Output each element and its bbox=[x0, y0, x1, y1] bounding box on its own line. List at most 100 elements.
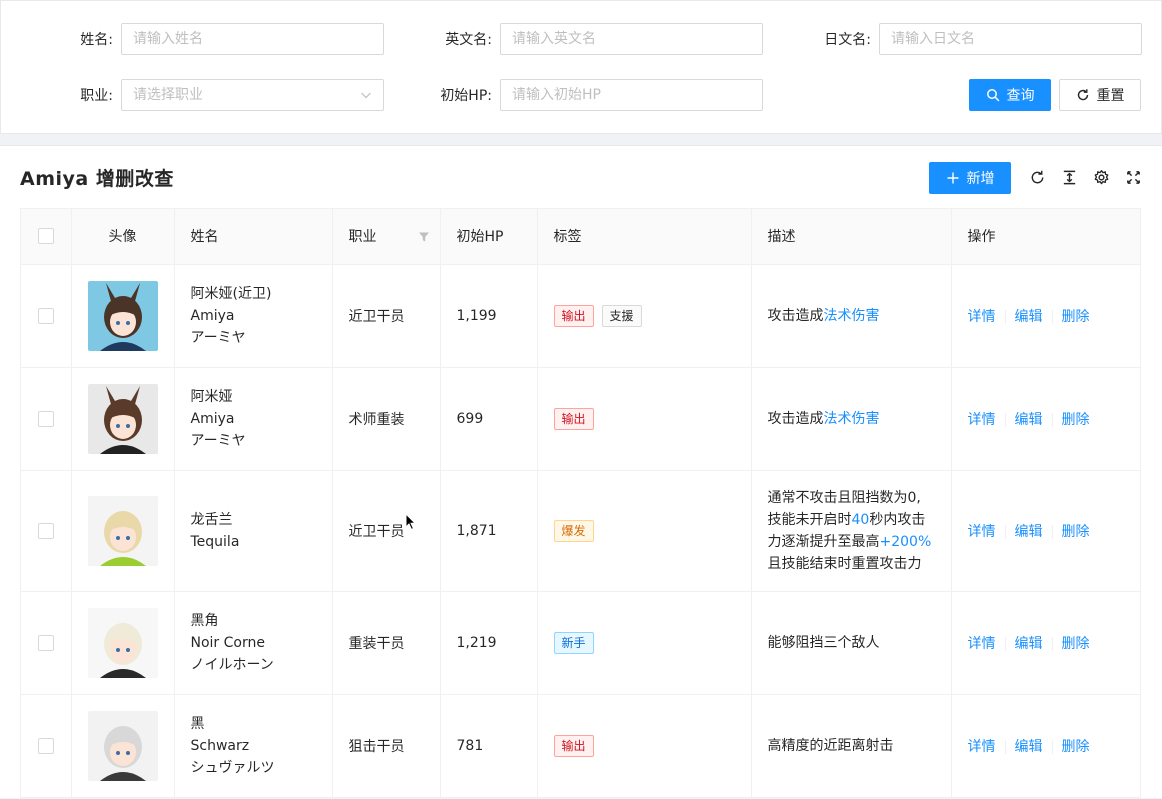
reset-button[interactable]: 重置 bbox=[1059, 79, 1141, 111]
search-panel: 姓名: 英文名: 日文名: 职业: 请选择职业 初始HP: 查询 重置 bbox=[0, 0, 1162, 134]
en-label: 英文名: bbox=[445, 32, 492, 48]
desc-segment: 攻击造成 bbox=[767, 307, 824, 324]
column-header-desc: 描述 bbox=[751, 209, 952, 265]
desc-segment: +200% bbox=[879, 533, 932, 550]
detail-link[interactable]: 详情 bbox=[968, 309, 996, 325]
name-line: Amiya bbox=[190, 307, 235, 324]
desc-line: 技能未开启时40秒内攻击 bbox=[768, 509, 935, 531]
action-divider bbox=[1004, 524, 1006, 539]
fullscreen-icon[interactable] bbox=[1124, 168, 1142, 186]
status-badge: 新手 bbox=[553, 631, 594, 654]
avatar[interactable] bbox=[87, 280, 158, 351]
column-header-class-label: 职业 bbox=[348, 229, 377, 246]
jp-name-input[interactable] bbox=[880, 24, 1141, 54]
desc-cell: 攻击造成法术伤害 bbox=[751, 367, 952, 471]
select-all-checkbox[interactable] bbox=[37, 228, 54, 245]
tags-cell: 输出 支援 bbox=[537, 264, 752, 368]
query-button[interactable]: 查询 bbox=[969, 79, 1051, 111]
name-line: 阿米娅 bbox=[190, 388, 233, 405]
name-line: Noir Corne bbox=[190, 634, 265, 651]
table-row: 阿米娅 Amiya アーミヤ 术师重装 699 输出 攻击造成法术伤害 详情 编辑 删除 bbox=[21, 367, 1140, 471]
column-header-class[interactable]: 职业 bbox=[332, 209, 441, 265]
desc-segment: 法术伤害 bbox=[823, 307, 880, 324]
delete-link[interactable]: 删除 bbox=[1062, 739, 1090, 755]
edit-link[interactable]: 编辑 bbox=[1015, 739, 1043, 755]
detail-link[interactable]: 详情 bbox=[968, 636, 996, 652]
delete-link[interactable]: 删除 bbox=[1062, 636, 1090, 652]
row-checkbox[interactable] bbox=[37, 737, 54, 754]
column-header-name: 姓名 bbox=[174, 209, 333, 265]
setting-icon[interactable] bbox=[1092, 168, 1110, 186]
name-input[interactable] bbox=[122, 24, 383, 54]
avatar[interactable] bbox=[87, 710, 158, 781]
class-form-item: 职业: 请选择职业 bbox=[1, 79, 384, 111]
hp-cell: 1,199 bbox=[440, 264, 538, 368]
avatar-cell bbox=[71, 264, 175, 368]
avatar[interactable] bbox=[87, 383, 158, 454]
class-select[interactable]: 请选择职业 bbox=[121, 79, 384, 111]
edit-link[interactable]: 编辑 bbox=[1015, 412, 1043, 428]
name-line: Tequila bbox=[190, 533, 240, 550]
name-cell: 黑角 Noir Corne ノイルホーン bbox=[174, 591, 333, 695]
data-table: 头像 姓名 职业 初始HP 标签 描述 操作 阿米娅(近卫) Amiya アーミヤ近… bbox=[20, 208, 1141, 799]
tags-cell: 新手 bbox=[537, 591, 752, 695]
class-label: 职业: bbox=[80, 88, 113, 104]
row-select-cell bbox=[21, 694, 72, 798]
avatar[interactable] bbox=[87, 607, 158, 678]
name-form-item: 姓名: bbox=[1, 23, 384, 55]
class-cell: 术师重装 bbox=[332, 367, 441, 471]
class-cell: 近卫干员 bbox=[332, 470, 441, 592]
avatar[interactable] bbox=[87, 495, 158, 566]
edit-link[interactable]: 编辑 bbox=[1015, 309, 1043, 325]
jp-label: 日文名: bbox=[824, 32, 871, 48]
status-badge: 输出 bbox=[553, 304, 594, 327]
detail-link[interactable]: 详情 bbox=[968, 524, 996, 540]
status-badge: 爆发 bbox=[553, 519, 594, 542]
name-line: 黑 bbox=[190, 715, 205, 732]
column-height-icon[interactable] bbox=[1060, 168, 1078, 186]
class-cell: 近卫干员 bbox=[332, 264, 441, 368]
tags-cell: 爆发 bbox=[537, 470, 752, 592]
hp-label: 初始HP: bbox=[440, 88, 492, 104]
column-header-tags: 标签 bbox=[537, 209, 752, 265]
plus-icon bbox=[947, 172, 958, 184]
desc-line: 且技能结束时重置攻击力 bbox=[768, 553, 935, 575]
name-line: 黑角 bbox=[190, 612, 219, 629]
delete-link[interactable]: 删除 bbox=[1062, 524, 1090, 540]
hp-input-wrapper[interactable] bbox=[500, 79, 763, 111]
en-input-wrapper[interactable] bbox=[500, 23, 763, 55]
edit-link[interactable]: 编辑 bbox=[1015, 524, 1043, 540]
avatar-cell bbox=[71, 470, 175, 592]
detail-link[interactable]: 详情 bbox=[968, 412, 996, 428]
name-line: アーミヤ bbox=[190, 432, 246, 449]
class-cell: 狙击干员 bbox=[332, 694, 441, 798]
row-checkbox[interactable] bbox=[37, 307, 54, 324]
desc-segment: 秒内攻击 bbox=[869, 511, 926, 528]
row-checkbox[interactable] bbox=[37, 522, 54, 539]
detail-link[interactable]: 详情 bbox=[968, 739, 996, 755]
jp-input-wrapper[interactable] bbox=[879, 23, 1142, 55]
name-input-wrapper[interactable] bbox=[121, 23, 384, 55]
action-divider bbox=[1051, 636, 1053, 651]
add-button[interactable]: 新增 bbox=[929, 162, 1011, 194]
avatar-cell bbox=[71, 591, 175, 695]
en-name-input[interactable] bbox=[501, 24, 762, 54]
action-divider bbox=[1051, 524, 1053, 539]
edit-link[interactable]: 编辑 bbox=[1015, 636, 1043, 652]
delete-link[interactable]: 删除 bbox=[1062, 309, 1090, 325]
query-button-label: 查询 bbox=[1006, 88, 1035, 104]
action-divider bbox=[1051, 309, 1053, 324]
action-divider bbox=[1004, 412, 1006, 427]
reload-icon[interactable] bbox=[1028, 168, 1046, 186]
name-cell: 阿米娅(近卫) Amiya アーミヤ bbox=[174, 264, 333, 368]
hp-input[interactable] bbox=[501, 80, 762, 110]
name-line: 阿米娅(近卫) bbox=[190, 285, 272, 302]
desc-segment: 攻击造成 bbox=[767, 410, 824, 427]
status-badge: 输出 bbox=[553, 407, 594, 430]
delete-link[interactable]: 删除 bbox=[1062, 412, 1090, 428]
filter-icon[interactable] bbox=[418, 231, 430, 243]
row-checkbox[interactable] bbox=[37, 634, 54, 651]
add-button-label: 新增 bbox=[966, 171, 995, 187]
status-badge: 支援 bbox=[601, 304, 642, 327]
row-checkbox[interactable] bbox=[37, 410, 54, 427]
